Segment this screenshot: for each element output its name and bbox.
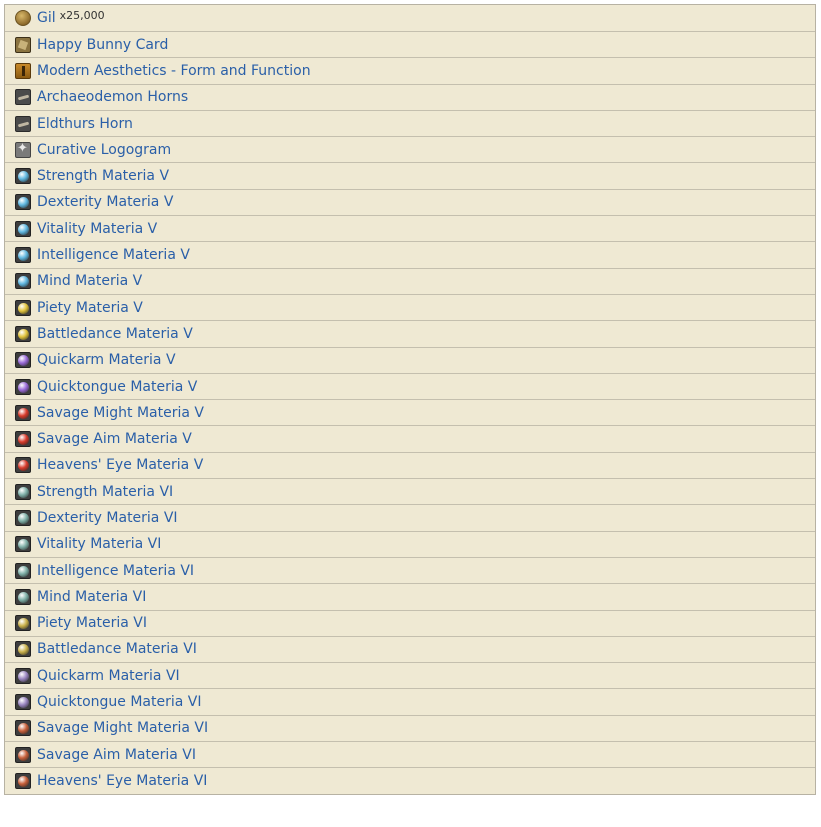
materia-icon (15, 431, 31, 448)
item-link[interactable]: Quickarm Materia V (37, 352, 176, 368)
item-link[interactable]: Quicktongue Materia VI (37, 694, 201, 710)
materia-icon (15, 352, 31, 369)
list-item: Quicktongue Materia V (5, 372, 815, 399)
item-link[interactable]: Savage Aim Materia V (37, 431, 192, 447)
materia-icon (15, 404, 31, 421)
list-item: Mind Materia V (5, 267, 815, 294)
item-link[interactable]: Intelligence Materia V (37, 247, 190, 263)
list-item: Intelligence Materia VI (5, 556, 815, 583)
item-link[interactable]: Savage Aim Materia VI (37, 747, 196, 763)
list-item: Quicktongue Materia VI (5, 688, 815, 714)
list-item: Archaeodemon Horns (5, 83, 815, 110)
list-item: Mind Materia VI (5, 583, 815, 609)
item-link[interactable]: Mind Materia V (37, 273, 142, 289)
item-link[interactable]: Quickarm Materia VI (37, 668, 180, 684)
list-item: Modern Aesthetics - Form and Function (5, 57, 815, 83)
list-item: Battledance Materia VI (5, 635, 815, 662)
materia-icon (15, 562, 31, 579)
materia-icon (15, 457, 31, 474)
item-link[interactable]: Dexterity Materia V (37, 194, 173, 210)
materia-icon (15, 378, 31, 395)
list-item: Dexterity Materia VI (5, 504, 815, 530)
list-item: Happy Bunny Card (5, 31, 815, 57)
item-link[interactable]: Battledance Materia VI (37, 641, 197, 657)
materia-icon (15, 299, 31, 316)
horn-icon (15, 89, 31, 106)
item-link[interactable]: Strength Materia V (37, 168, 169, 184)
materia-icon (15, 247, 31, 264)
materia-icon (15, 509, 31, 526)
list-item: Quickarm Materia VI (5, 662, 815, 688)
item-link[interactable]: Vitality Materia V (37, 221, 157, 237)
materia-icon (15, 746, 31, 763)
item-link[interactable]: Modern Aesthetics - Form and Function (37, 63, 311, 79)
list-item: Savage Might Materia V (5, 399, 815, 425)
list-item: Quickarm Materia V (5, 346, 815, 373)
materia-icon (15, 588, 31, 605)
list-item: Intelligence Materia V (5, 241, 815, 267)
materia-icon (15, 168, 31, 185)
list-item: Battledance Materia V (5, 320, 815, 346)
list-item: Savage Aim Materia VI (5, 741, 815, 767)
item-link[interactable]: Eldthurs Horn (37, 116, 133, 132)
list-item: Piety Materia VI (5, 609, 815, 636)
item-link[interactable]: Heavens' Eye Materia VI (37, 773, 207, 789)
materia-icon (15, 273, 31, 290)
item-list: Gil x25,000 Happy Bunny Card Modern Aesthet… (4, 4, 816, 795)
item-link[interactable]: Quicktongue Materia V (37, 379, 197, 395)
materia-icon (15, 641, 31, 658)
list-item: Piety Materia V (5, 293, 815, 320)
materia-icon (15, 325, 31, 342)
item-link[interactable]: Heavens' Eye Materia V (37, 457, 203, 473)
item-link[interactable]: Piety Materia V (37, 300, 143, 316)
list-item: Heavens' Eye Materia VI (5, 767, 815, 793)
logogram-icon (15, 141, 31, 158)
list-item: Dexterity Materia V (5, 188, 815, 215)
materia-icon (15, 536, 31, 553)
materia-icon (15, 772, 31, 789)
materia-icon (15, 720, 31, 737)
item-link[interactable]: Vitality Materia VI (37, 536, 161, 552)
materia-icon (15, 194, 31, 211)
item-link[interactable]: Battledance Materia V (37, 326, 193, 342)
card-icon (15, 36, 31, 53)
book-icon (15, 62, 31, 79)
item-link[interactable]: Mind Materia VI (37, 589, 146, 605)
item-link[interactable]: Piety Materia VI (37, 615, 147, 631)
list-item: Savage Might Materia VI (5, 714, 815, 741)
item-link[interactable]: Savage Might Materia V (37, 405, 204, 421)
list-item: Vitality Materia V (5, 215, 815, 241)
item-quantity: x25,000 (59, 8, 105, 22)
materia-icon (15, 615, 31, 632)
item-link[interactable]: Archaeodemon Horns (37, 89, 188, 105)
list-item: Savage Aim Materia V (5, 425, 815, 451)
item-link[interactable]: Intelligence Materia VI (37, 563, 194, 579)
item-link[interactable]: Dexterity Materia VI (37, 510, 178, 526)
item-link[interactable]: Strength Materia VI (37, 484, 173, 500)
list-item: Heavens' Eye Materia V (5, 451, 815, 478)
item-link[interactable]: Happy Bunny Card (37, 37, 168, 53)
list-item: Curative Logogram (5, 136, 815, 162)
materia-icon (15, 220, 31, 237)
horn-icon (15, 115, 31, 132)
item-link[interactable]: Curative Logogram (37, 142, 171, 158)
list-item: Eldthurs Horn (5, 109, 815, 136)
materia-icon (15, 694, 31, 711)
item-link[interactable]: Gil (37, 10, 56, 26)
materia-icon (15, 667, 31, 684)
item-link[interactable]: Savage Might Materia VI (37, 720, 208, 736)
materia-icon (15, 483, 31, 500)
list-item: Strength Materia V (5, 162, 815, 188)
gil-coin-icon (15, 10, 31, 26)
list-item: Strength Materia VI (5, 478, 815, 504)
list-item: Gil x25,000 (5, 5, 815, 31)
list-item: Vitality Materia VI (5, 530, 815, 557)
